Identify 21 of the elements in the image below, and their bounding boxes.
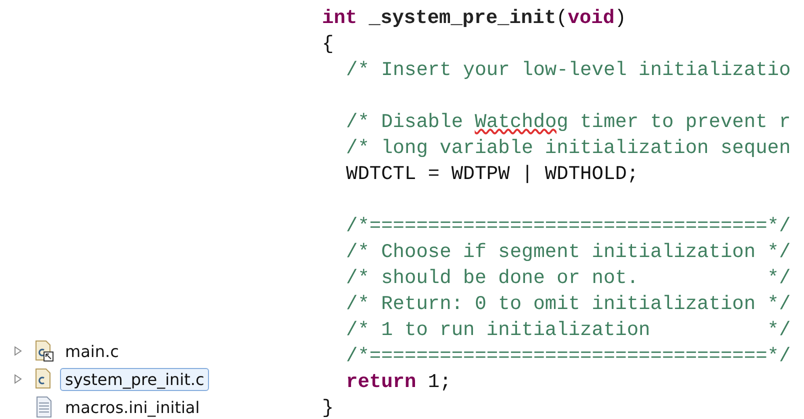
code-line: } <box>322 397 334 419</box>
code-line: int _system_pre_init(void) <box>322 7 626 29</box>
file-tree-item[interactable]: macros.ini_initial <box>60 396 205 418</box>
code-line: /* should be done or not. */ <box>346 267 791 289</box>
code-line: /* Insert your low-level initializatio <box>346 59 791 81</box>
code-line: /*==================================*/ <box>346 345 791 367</box>
code-line: return 1; <box>346 371 452 393</box>
file-tree-item[interactable]: main.c <box>60 340 124 362</box>
code-line: /* long variable initialization sequen <box>346 137 791 159</box>
code-line: /* Choose if segment initialization */ <box>346 241 791 263</box>
code-line: /* Return: 0 to omit initialization */ <box>346 293 791 315</box>
code-line: WDTCTL = WDTPW | WDTHOLD; <box>346 163 639 185</box>
code-line: { <box>322 33 334 55</box>
file-tree-item[interactable]: system_pre_init.c <box>60 368 210 390</box>
code-line: /* 1 to run initialization */ <box>346 319 791 341</box>
code-line: /*==================================*/ <box>346 215 791 237</box>
expand-arrow-icon[interactable] <box>14 346 22 356</box>
expand-arrow-icon[interactable] <box>14 374 22 384</box>
code-line: /* Disable Watchdog timer to prevent r <box>346 111 791 133</box>
source-file-icon <box>34 340 54 362</box>
text-file-icon <box>34 396 54 418</box>
